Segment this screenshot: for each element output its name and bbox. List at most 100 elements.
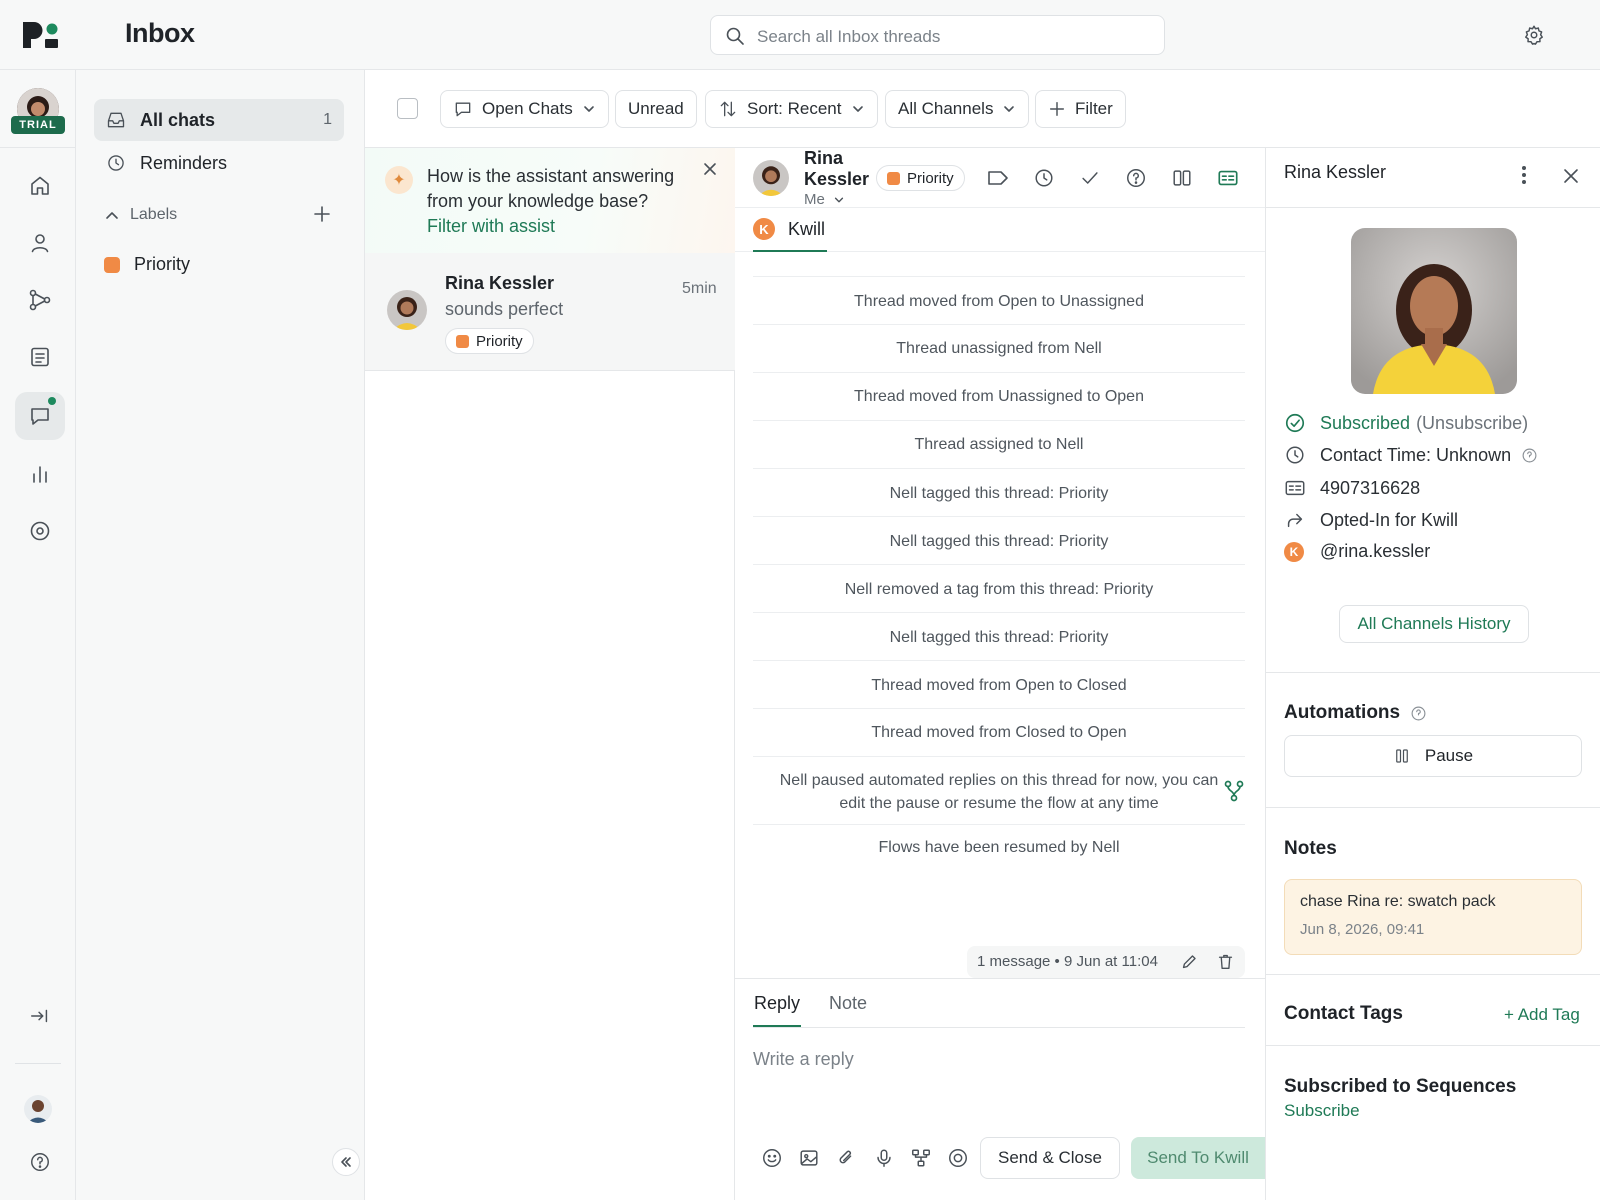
contact-panel: Rina Kessler Subscribed (Unsubscribe) Co… bbox=[1265, 148, 1600, 1200]
emoji-icon[interactable] bbox=[761, 1147, 783, 1169]
image-icon[interactable] bbox=[798, 1147, 820, 1169]
help-icon[interactable] bbox=[15, 1138, 65, 1186]
channels-dropdown[interactable]: All Channels bbox=[885, 90, 1030, 128]
split-view-icon[interactable] bbox=[1171, 167, 1193, 189]
contact-avatar[interactable] bbox=[753, 160, 789, 196]
attachment-icon[interactable] bbox=[835, 1147, 857, 1169]
content-icon[interactable] bbox=[15, 333, 65, 381]
contact-first-name: Rina bbox=[804, 148, 844, 168]
pause-automations-button[interactable]: Pause bbox=[1284, 735, 1582, 777]
inbox-icon[interactable] bbox=[15, 392, 65, 440]
open-chats-dropdown[interactable]: Open Chats bbox=[440, 90, 609, 128]
help-circle-icon[interactable] bbox=[1521, 447, 1538, 464]
filter-with-assist-link[interactable]: Filter with assist bbox=[427, 216, 555, 237]
chevron-down-icon bbox=[583, 106, 594, 112]
nav-rail: TRIAL bbox=[0, 70, 76, 1200]
send-to-kwill-button[interactable]: Send To Kwill bbox=[1131, 1137, 1265, 1179]
thread-panel: Rina Kessler Me Priority K Kwill Thread … bbox=[735, 148, 1265, 1200]
dropdown-label: All Channels bbox=[898, 99, 994, 118]
thread-event: Nell paused automated replies on this th… bbox=[753, 756, 1245, 824]
contacts-icon[interactable] bbox=[15, 219, 65, 267]
brand-logo[interactable] bbox=[22, 22, 58, 50]
select-all-checkbox[interactable] bbox=[397, 98, 418, 119]
send-and-close-button[interactable]: Send & Close bbox=[980, 1137, 1120, 1179]
reply-input[interactable]: Write a reply bbox=[753, 1049, 854, 1070]
trash-icon[interactable] bbox=[1217, 953, 1234, 970]
contact-time: Contact Time: Unknown bbox=[1320, 444, 1512, 465]
inbox-tray-icon bbox=[107, 112, 125, 128]
share-arrow-icon bbox=[1287, 513, 1303, 528]
sidebar-item-reminders[interactable]: Reminders bbox=[94, 142, 344, 184]
user-avatar[interactable] bbox=[24, 1095, 52, 1123]
thread-contact-name[interactable]: Rina Kessler bbox=[804, 148, 869, 190]
flows-icon[interactable] bbox=[15, 276, 65, 324]
contact-avatar bbox=[387, 290, 427, 330]
note-card[interactable]: chase Rina re: swatch pack Jun 8, 2026, … bbox=[1284, 879, 1582, 955]
analytics-icon[interactable] bbox=[15, 450, 65, 498]
channel-initial-badge: K bbox=[753, 218, 775, 240]
dropdown-label: Open Chats bbox=[482, 99, 573, 118]
assist-question: How is the assistant answering from your… bbox=[427, 166, 675, 211]
sidebar-item-all-chats[interactable]: All chats 1 bbox=[94, 99, 344, 141]
assignee-dropdown[interactable]: Me bbox=[804, 191, 845, 208]
notes-section-title: Notes bbox=[1284, 838, 1337, 859]
close-panel-icon[interactable] bbox=[1563, 168, 1579, 184]
panel-divider bbox=[1266, 1045, 1600, 1046]
contact-panel-title: Rina Kessler bbox=[1284, 162, 1387, 182]
channel-tabs: K Kwill bbox=[735, 208, 1265, 252]
edit-pencil-icon[interactable] bbox=[1181, 953, 1198, 970]
button-label: Unread bbox=[628, 99, 684, 118]
settings-gear-icon[interactable] bbox=[1523, 24, 1545, 46]
home-icon[interactable] bbox=[15, 162, 65, 210]
message-meta-bar: 1 message • 9 Jun at 11:04 bbox=[967, 946, 1245, 978]
flow-branch-icon[interactable] bbox=[1224, 780, 1244, 802]
sidebar-label-priority[interactable]: Priority bbox=[104, 254, 190, 275]
trial-badge: TRIAL bbox=[11, 116, 65, 134]
inbox-toolbar: Open Chats Unread Sort: Recent All Chann… bbox=[365, 70, 1600, 148]
tab-reply[interactable]: Reply bbox=[753, 993, 802, 1027]
add-label-button[interactable] bbox=[312, 204, 332, 224]
unsubscribe-link[interactable]: (Unsubscribe) bbox=[1416, 413, 1528, 434]
note-date: Jun 8, 2026, 09:41 bbox=[1300, 921, 1425, 938]
subscribe-sequence-link[interactable]: Subscribe bbox=[1284, 1101, 1360, 1121]
search-placeholder: Search all Inbox threads bbox=[757, 27, 941, 46]
more-vertical-icon[interactable] bbox=[1521, 164, 1527, 186]
labels-toggle[interactable]: Labels bbox=[104, 206, 177, 224]
add-filter-button[interactable]: Filter bbox=[1035, 90, 1126, 128]
sort-dropdown[interactable]: Sort: Recent bbox=[705, 90, 878, 128]
message-meta-text: 1 message • 9 Jun at 11:04 bbox=[977, 953, 1158, 970]
flow-icon[interactable] bbox=[910, 1147, 932, 1169]
chat-icon bbox=[455, 102, 471, 117]
rail-divider bbox=[0, 147, 75, 148]
close-banner-icon[interactable] bbox=[703, 162, 717, 176]
search-input[interactable]: Search all Inbox threads bbox=[710, 15, 1165, 55]
tab-divider bbox=[753, 1027, 1245, 1028]
target-icon[interactable] bbox=[947, 1147, 969, 1169]
expand-rail-icon[interactable] bbox=[15, 992, 65, 1040]
conversation-time: 5min bbox=[682, 280, 717, 297]
panel-divider bbox=[1266, 974, 1600, 975]
thread-tag[interactable]: Priority bbox=[876, 165, 965, 191]
contact-card-icon[interactable] bbox=[1217, 167, 1239, 189]
help-circle-icon[interactable] bbox=[1410, 705, 1427, 722]
add-tag-link[interactable]: + Add Tag bbox=[1504, 1005, 1580, 1025]
conversation-item[interactable]: Rina Kessler 5min sounds perfect Priorit… bbox=[365, 253, 735, 371]
sidebar-item-label: Reminders bbox=[140, 152, 228, 173]
subscription-status: Subscribed (Unsubscribe) bbox=[1284, 412, 1528, 434]
all-channels-history-button[interactable]: All Channels History bbox=[1339, 605, 1529, 643]
tab-kwill[interactable]: K Kwill bbox=[753, 208, 828, 252]
close-thread-check-icon[interactable] bbox=[1079, 167, 1101, 189]
thread-event: Thread moved from Open to Closed bbox=[753, 660, 1245, 708]
snooze-clock-icon[interactable] bbox=[1033, 167, 1055, 189]
tab-note[interactable]: Note bbox=[829, 993, 867, 1014]
unread-dot bbox=[48, 397, 56, 405]
panel-divider bbox=[1266, 672, 1600, 673]
dropdown-label: Sort: Recent bbox=[747, 99, 842, 118]
unread-filter-button[interactable]: Unread bbox=[615, 90, 697, 128]
tag-label: Priority bbox=[476, 332, 523, 350]
microphone-icon[interactable] bbox=[873, 1147, 895, 1169]
help-circle-icon[interactable] bbox=[1125, 167, 1147, 189]
label-tag-icon[interactable] bbox=[987, 168, 1009, 188]
collapse-sidebar-button[interactable] bbox=[332, 1148, 360, 1176]
settings-icon[interactable] bbox=[15, 507, 65, 555]
